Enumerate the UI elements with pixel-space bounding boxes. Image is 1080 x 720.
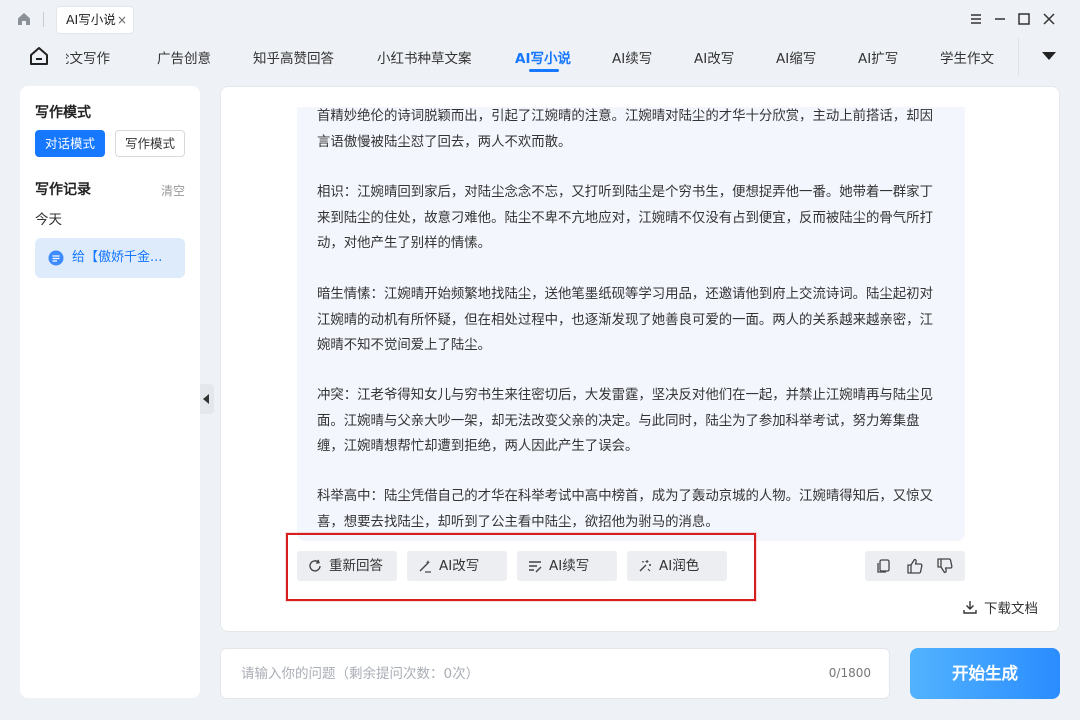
tab-ai-novel[interactable]: AI写小说 × [56, 6, 134, 34]
magic-pen-icon [419, 560, 431, 573]
nav-item-ai-rewrite[interactable]: AI改写 [694, 47, 734, 67]
answer-paragraph: 暗生情愫：江婉晴开始频繁地找陆尘，送他笔墨纸砚等学习用品，还邀请他到府上交流诗词… [317, 287, 933, 353]
menu-icon[interactable] [966, 9, 986, 29]
nav-item-ai-shorten[interactable]: AI缩写 [776, 47, 816, 67]
download-document-button[interactable]: 下载文档 [962, 597, 1038, 617]
thumbs-down-icon[interactable] [936, 557, 954, 575]
question-input[interactable] [241, 663, 801, 685]
active-tab-indicator [529, 69, 559, 72]
chat-panel: 首精妙绝伦的诗词脱颖而出，引起了江婉晴的注意。江婉晴对陆尘的才华十分欣赏，主动上… [220, 86, 1060, 632]
maximize-icon[interactable] [1014, 9, 1034, 29]
ai-rewrite-button[interactable]: AI改写 [407, 551, 507, 581]
nav-item-paper[interactable]: 论文写作 [66, 47, 110, 67]
nav-item-ai-novel[interactable]: AI写小说 [515, 47, 571, 67]
thumbs-up-icon[interactable] [906, 557, 924, 575]
ai-polish-button[interactable]: AI润色 [627, 551, 727, 581]
collapse-sidebar-handle[interactable] [200, 384, 214, 414]
mode-heading: 写作模式 [35, 105, 91, 121]
start-generate-button[interactable]: 开始生成 [910, 648, 1060, 699]
sidebar: 写作模式 对话模式 写作模式 写作记录 清空 今天 给【傲娇千金... [20, 86, 200, 698]
ai-polish-label: AI润色 [659, 558, 700, 574]
chat-icon [48, 250, 64, 266]
answer-actions: 重新回答 AI改写 AI续写 AI润色 [297, 551, 737, 583]
regenerate-button[interactable]: 重新回答 [297, 551, 397, 581]
continue-writing-icon [529, 561, 542, 573]
home-outline-icon[interactable] [28, 45, 50, 67]
answer-paragraph: 首精妙绝伦的诗词脱颖而出，引起了江婉晴的注意。江婉晴对陆尘的才华十分欣赏，主动上… [317, 109, 933, 150]
more-categories-icon[interactable] [1042, 52, 1056, 60]
category-list: 论文写作 广告创意 知乎高赞回答 小红书种草文案 AI写小说 AI续写 AI改写… [66, 38, 1018, 76]
home-icon[interactable] [16, 11, 32, 27]
answer-paragraph: 冲突：江老爷得知女儿与穷书生来往密切后，大发雷霆，坚决反对他们在一起，并禁止江婉… [317, 388, 933, 454]
refresh-icon [309, 559, 321, 572]
regenerate-label: 重新回答 [329, 558, 383, 574]
nav-item-zhihu[interactable]: 知乎高赞回答 [253, 47, 334, 67]
ai-continue-label: AI续写 [549, 558, 590, 574]
divider [43, 12, 44, 27]
record-title: 给【傲娇千金... [72, 250, 163, 265]
write-mode-button[interactable]: 写作模式 [115, 130, 185, 157]
date-group-label: 今天 [35, 212, 62, 228]
nav-item-ai-expand[interactable]: AI扩写 [858, 47, 898, 67]
nav-item-ad[interactable]: 广告创意 [157, 47, 211, 67]
record-heading: 写作记录 [35, 182, 91, 198]
record-item[interactable]: 给【傲娇千金... [35, 238, 185, 278]
nav-item-ai-continue[interactable]: AI续写 [612, 47, 652, 67]
minimize-icon[interactable] [990, 9, 1010, 29]
sparkle-icon [639, 560, 651, 572]
answer-paragraph: 相识：江婉晴回到家后，对陆尘念念不忘，又打听到陆尘是个穷书生，便想捉弄他一番。她… [317, 185, 933, 251]
copy-icon[interactable] [875, 557, 893, 575]
close-tab-icon[interactable]: × [117, 7, 127, 33]
title-bar: AI写小说 × [0, 0, 1080, 38]
character-counter: 0/1800 [828, 666, 871, 680]
answer-bubble: 首精妙绝伦的诗词脱颖而出，引起了江婉晴的注意。江婉晴对陆尘的才华十分欣赏，主动上… [297, 107, 965, 541]
question-input-box: 0/1800 [220, 648, 890, 699]
divider [1018, 38, 1019, 76]
nav-item-xiaohongshu[interactable]: 小红书种草文案 [377, 47, 472, 67]
close-window-icon[interactable] [1039, 9, 1059, 29]
answer-paragraph: 科举高中：陆尘凭借自己的才华在科举考试中高中榜首，成为了轰动京城的人物。江婉晴得… [317, 489, 933, 530]
ai-rewrite-label: AI改写 [439, 558, 480, 574]
category-nav: 论文写作 广告创意 知乎高赞回答 小红书种草文案 AI写小说 AI续写 AI改写… [0, 38, 1080, 76]
tab-label: AI写小说 [66, 12, 116, 27]
feedback-group [865, 551, 965, 581]
download-label: 下载文档 [984, 601, 1038, 617]
clear-records-button[interactable]: 清空 [161, 182, 185, 199]
ai-continue-button[interactable]: AI续写 [517, 551, 617, 581]
dialog-mode-button[interactable]: 对话模式 [35, 130, 105, 157]
download-icon [963, 601, 977, 614]
nav-item-student-essay[interactable]: 学生作文 [940, 47, 994, 67]
